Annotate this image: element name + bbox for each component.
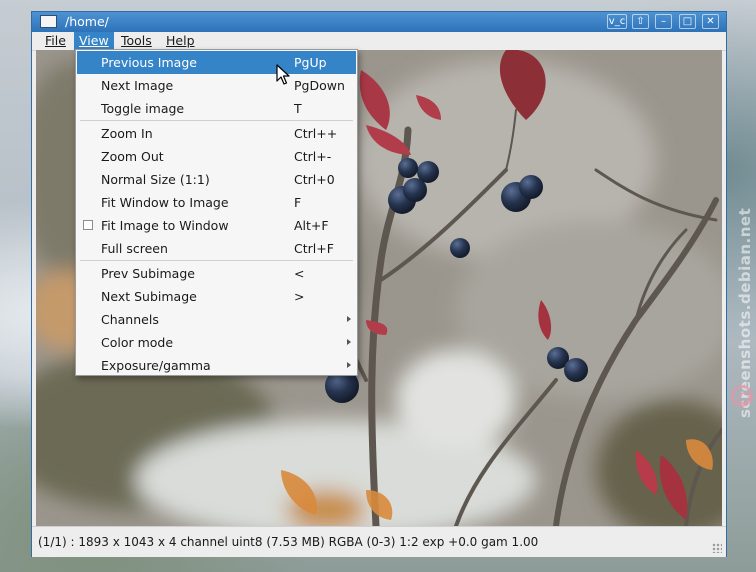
menu-item-label: Zoom Out — [101, 149, 164, 164]
menu-item-channels[interactable]: Channels — [77, 308, 356, 331]
menu-view[interactable]: View — [74, 32, 114, 50]
menu-item-shortcut: Ctrl+- — [294, 149, 332, 164]
menu-item-label: Channels — [101, 312, 159, 327]
menu-item-shortcut: Ctrl+0 — [294, 172, 335, 187]
menu-item-shortcut: Alt+F — [294, 218, 329, 233]
minimize-button[interactable]: – — [655, 14, 672, 29]
fit-image-checkbox[interactable] — [83, 220, 93, 230]
maximize-button[interactable]: □ — [679, 14, 696, 29]
menu-item-previous-image[interactable]: Previous Image PgUp — [77, 51, 356, 74]
window-title: /home/ — [65, 14, 109, 29]
menu-item-label: Color mode — [101, 335, 174, 350]
menu-file-label: File — [45, 33, 66, 48]
menu-item-exposure-gamma[interactable]: Exposure/gamma — [77, 354, 356, 377]
menu-item-shortcut: Ctrl+F — [294, 241, 334, 256]
title-extra-button[interactable]: v_c — [607, 14, 627, 29]
debian-logo — [731, 385, 753, 407]
menu-tools[interactable]: Tools — [116, 32, 157, 50]
menu-help-label: Help — [166, 33, 195, 48]
menu-item-color-mode[interactable]: Color mode — [77, 331, 356, 354]
submenu-arrow-icon — [347, 316, 351, 322]
menu-item-shortcut: T — [294, 101, 302, 116]
menu-item-shortcut: Ctrl++ — [294, 126, 338, 141]
keep-above-icon[interactable]: ⇧ — [632, 14, 649, 29]
close-button[interactable]: ✕ — [702, 14, 719, 29]
menu-item-label: Normal Size (1:1) — [101, 172, 210, 187]
menu-item-shortcut: < — [294, 266, 305, 281]
menu-separator — [80, 120, 353, 121]
menu-item-label: Fit Window to Image — [101, 195, 229, 210]
app-icon — [40, 15, 57, 28]
submenu-arrow-icon — [347, 339, 351, 345]
mouse-cursor-icon — [276, 64, 290, 85]
menu-item-shortcut: PgUp — [294, 55, 327, 70]
menu-view-label: View — [79, 33, 109, 48]
menu-item-label: Full screen — [101, 241, 168, 256]
menu-file[interactable]: File — [40, 32, 71, 50]
status-bar: (1/1) : 1893 x 1043 x 4 channel uint8 (7… — [32, 526, 726, 557]
menu-item-fit-image-to-window[interactable]: Fit Image to Window Alt+F — [77, 214, 356, 237]
menu-item-shortcut: > — [294, 289, 305, 304]
menu-item-fit-window-to-image[interactable]: Fit Window to Image F — [77, 191, 356, 214]
resize-grip[interactable] — [712, 543, 722, 553]
submenu-arrow-icon — [347, 362, 351, 368]
watermark-text: screenshots.debian.net — [736, 207, 754, 418]
menu-item-next-image[interactable]: Next Image PgDown — [77, 74, 356, 97]
menu-item-label: Fit Image to Window — [101, 218, 229, 233]
menu-item-next-subimage[interactable]: Next Subimage > — [77, 285, 356, 308]
menu-item-label: Previous Image — [101, 55, 197, 70]
menu-item-normal-size[interactable]: Normal Size (1:1) Ctrl+0 — [77, 168, 356, 191]
menu-item-full-screen[interactable]: Full screen Ctrl+F — [77, 237, 356, 260]
menu-item-label: Zoom In — [101, 126, 153, 141]
title-bar[interactable]: /home/ v_c ⇧ – □ ✕ — [32, 12, 726, 32]
menu-item-label: Prev Subimage — [101, 266, 195, 281]
image-info-text: (1/1) : 1893 x 1043 x 4 channel uint8 (7… — [38, 535, 539, 549]
menu-item-prev-subimage[interactable]: Prev Subimage < — [77, 262, 356, 285]
menu-item-toggle-image[interactable]: Toggle image T — [77, 97, 356, 120]
menu-item-label: Toggle image — [101, 101, 185, 116]
menu-item-label: Next Image — [101, 78, 174, 93]
menu-item-shortcut: PgDown — [294, 78, 345, 93]
menu-separator — [80, 260, 353, 261]
view-menu-dropdown: Previous Image PgUp Next Image PgDown To… — [75, 49, 358, 376]
menu-tools-label: Tools — [121, 33, 152, 48]
menu-item-zoom-out[interactable]: Zoom Out Ctrl+- — [77, 145, 356, 168]
menu-item-label: Exposure/gamma — [101, 358, 211, 373]
menu-item-label: Next Subimage — [101, 289, 197, 304]
menu-help[interactable]: Help — [161, 32, 200, 50]
menu-item-shortcut: F — [294, 195, 302, 210]
menu-item-zoom-in[interactable]: Zoom In Ctrl++ — [77, 122, 356, 145]
